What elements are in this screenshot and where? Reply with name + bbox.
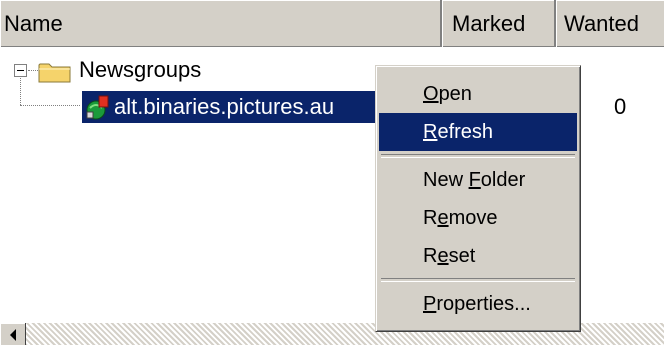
newsgroup-icon <box>86 95 109 120</box>
column-header-wanted[interactable]: Wanted <box>556 0 664 47</box>
tree-connector <box>20 105 80 106</box>
menu-item-properties[interactable]: Properties... <box>379 285 577 323</box>
menu-separator <box>381 154 575 158</box>
tree-node-label: alt.binaries.pictures.au <box>114 94 335 119</box>
collapse-toggle[interactable] <box>14 64 27 77</box>
folder-icon <box>38 63 71 83</box>
context-menu: Open Refresh New Folder Remove Reset Pro… <box>375 65 581 332</box>
tree-node-selected-newsgroup[interactable]: alt.binaries.pictures.au <box>82 91 382 123</box>
column-header-bar: Name Marked Wanted <box>0 0 664 47</box>
column-header-marked[interactable]: Marked <box>442 0 556 47</box>
menu-separator <box>381 278 575 282</box>
menu-item-new-folder[interactable]: New Folder <box>379 161 577 199</box>
tree-node-newsgroups[interactable]: Newsgroups <box>79 57 201 83</box>
tree-connector <box>28 70 38 71</box>
menu-item-open[interactable]: Open <box>379 75 577 113</box>
menu-item-refresh[interactable]: Refresh <box>379 113 577 151</box>
scroll-left-button[interactable] <box>0 323 26 345</box>
wanted-count: 0 <box>614 94 627 119</box>
column-header-name[interactable]: Name <box>0 0 442 47</box>
menu-item-remove[interactable]: Remove <box>379 199 577 237</box>
newsgroup-tree-view: Name Marked Wanted Newsgroups alt.binari… <box>0 0 664 345</box>
menu-item-reset[interactable]: Reset <box>379 237 577 275</box>
tree-connector <box>20 78 21 105</box>
arrow-left-icon <box>10 328 16 341</box>
